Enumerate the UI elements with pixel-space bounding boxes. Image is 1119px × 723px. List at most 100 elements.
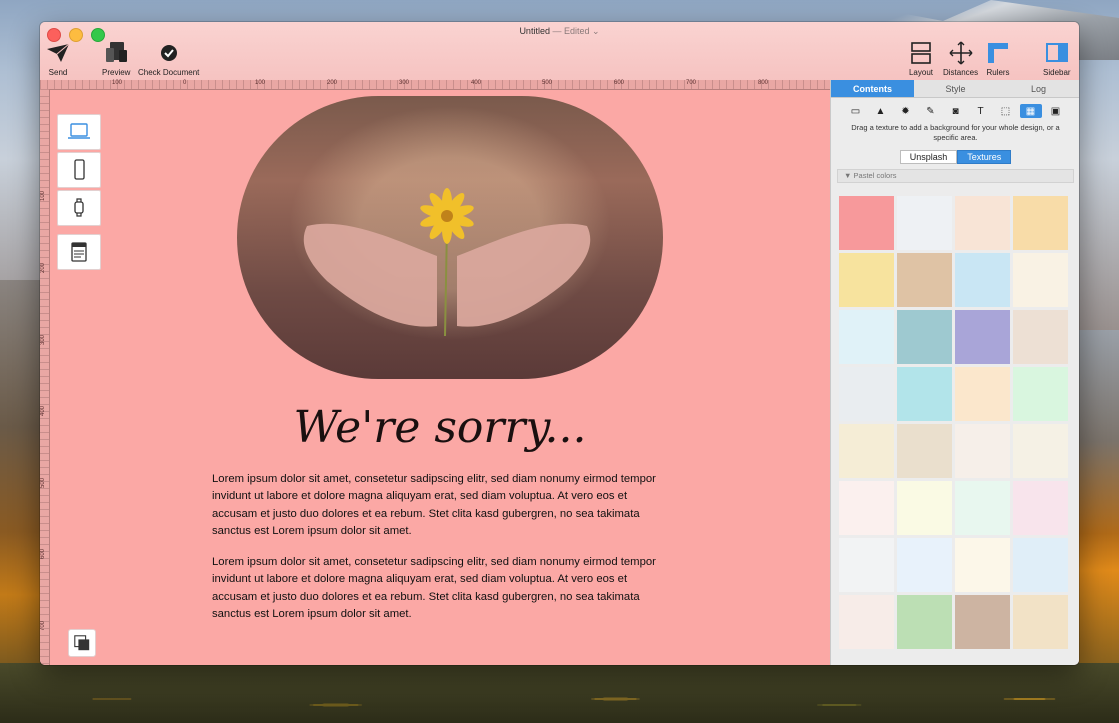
texture-swatch[interactable]	[897, 424, 952, 478]
texture-swatch[interactable]	[1013, 196, 1068, 250]
checkmark-circle-icon	[160, 45, 177, 61]
horizontal-ruler[interactable]: 100 0 100 200 300 400 500 600 700 800	[40, 80, 830, 90]
group-header[interactable]: ▼ Pastel colors	[837, 169, 1074, 183]
texture-swatch[interactable]	[897, 253, 952, 307]
ruler-label: 300	[399, 80, 410, 86]
sidebar-button[interactable]: Sidebar	[1043, 40, 1071, 77]
ruler-label: 200	[327, 80, 338, 86]
sidebar-tabs: Contents Style Log	[831, 80, 1079, 98]
design-canvas[interactable]: We're sorry... Lorem ipsum dolor sit ame…	[50, 90, 830, 665]
texture-swatch[interactable]	[955, 196, 1010, 250]
vertical-ruler[interactable]: 100 200 300 400 500 600 700	[40, 89, 50, 665]
texture-swatch[interactable]	[897, 196, 952, 250]
texture-icon[interactable]: ▦	[1019, 104, 1042, 118]
texture-swatch[interactable]	[897, 538, 952, 592]
texture-swatch[interactable]	[955, 538, 1010, 592]
segment-unsplash[interactable]: Unsplash	[899, 150, 958, 164]
tab-contents[interactable]: Contents	[831, 80, 914, 98]
layout-label: Layout	[908, 68, 934, 77]
brush-icon[interactable]: ✎	[920, 104, 942, 118]
layout-button[interactable]: Layout	[908, 40, 934, 77]
layout-icon	[911, 42, 931, 64]
email-view-button[interactable]	[57, 234, 101, 270]
texture-swatch[interactable]	[1013, 595, 1068, 649]
ruler-label: 800	[758, 80, 769, 86]
ruler-label: 400	[40, 405, 46, 416]
texture-swatch[interactable]	[839, 196, 894, 250]
ruler-label: 600	[614, 80, 625, 86]
paper-plane-icon	[47, 43, 70, 62]
sidebar-label: Sidebar	[1043, 68, 1071, 77]
preview-button[interactable]: Preview	[102, 40, 130, 77]
desktop-foliage	[0, 663, 1119, 723]
app-window: Untitled — Edited ⌄ Send Preview Check D…	[40, 22, 1079, 665]
desktop-wallpaper-left	[0, 280, 40, 700]
texture-swatch[interactable]	[955, 310, 1010, 364]
layers-icon	[74, 635, 90, 651]
phone-view-button[interactable]	[57, 152, 101, 188]
ruler-label: 700	[40, 620, 46, 631]
ruler-icon	[988, 43, 1008, 63]
texture-swatch[interactable]	[897, 595, 952, 649]
texture-swatch[interactable]	[897, 481, 952, 535]
check-document-button[interactable]: Check Document	[138, 40, 199, 77]
texture-swatch[interactable]	[955, 253, 1010, 307]
texture-swatch[interactable]	[955, 367, 1010, 421]
triangle-icon[interactable]: ▲	[870, 104, 892, 118]
desktop-wallpaper-right	[1079, 330, 1119, 700]
titlebar: Untitled — Edited ⌄ Send Preview Check D…	[40, 22, 1079, 81]
ruler-label: 100	[40, 190, 46, 201]
distances-button[interactable]: Distances	[943, 40, 978, 77]
body-paragraph-2[interactable]: Lorem ipsum dolor sit amet, consetetur s…	[212, 554, 672, 623]
box-icon[interactable]: ▭	[845, 104, 867, 118]
rulers-button[interactable]: Rulers	[985, 40, 1011, 77]
texture-grid	[839, 196, 1069, 649]
texture-swatch[interactable]	[839, 310, 894, 364]
devices-icon	[106, 42, 128, 62]
texture-swatch[interactable]	[839, 367, 894, 421]
ruler-label: 100	[112, 80, 123, 86]
texture-swatch[interactable]	[1013, 538, 1068, 592]
watch-icon	[74, 198, 84, 217]
send-label: Send	[48, 68, 68, 77]
layers-button[interactable]	[68, 629, 96, 657]
texture-swatch[interactable]	[839, 424, 894, 478]
send-button[interactable]: Send	[45, 40, 71, 77]
texture-hint: Drag a texture to add a background for y…	[851, 123, 1060, 142]
texture-swatch[interactable]	[1013, 367, 1068, 421]
window-title: Untitled — Edited ⌄	[40, 26, 1079, 37]
check-document-label: Check Document	[138, 68, 200, 77]
texture-swatch[interactable]	[897, 310, 952, 364]
ruler-label: 0	[183, 80, 187, 86]
badge-icon[interactable]: ✹	[895, 104, 917, 118]
texture-swatch[interactable]	[839, 481, 894, 535]
texture-swatch[interactable]	[1013, 310, 1068, 364]
chevron-down-icon: ⌄	[592, 26, 600, 36]
texture-swatch[interactable]	[955, 481, 1010, 535]
texture-swatch[interactable]	[955, 595, 1010, 649]
edited-status[interactable]: — Edited	[552, 26, 589, 36]
texture-swatch[interactable]	[955, 424, 1010, 478]
texture-swatch[interactable]	[1013, 481, 1068, 535]
laptop-view-button[interactable]	[57, 114, 101, 150]
hands-holding-flower-image	[303, 188, 591, 336]
body-paragraph-1[interactable]: Lorem ipsum dolor sit amet, consetetur s…	[212, 471, 672, 540]
hero-image[interactable]	[237, 96, 663, 379]
watch-view-button[interactable]	[57, 190, 101, 226]
tab-log[interactable]: Log	[997, 80, 1079, 98]
texture-swatch[interactable]	[839, 595, 894, 649]
texture-swatch[interactable]	[839, 253, 894, 307]
camera-icon[interactable]: ◙	[945, 104, 967, 118]
text-icon[interactable]: T	[970, 104, 992, 118]
heading[interactable]: We're sorry...	[50, 402, 830, 453]
selection-icon[interactable]: ⬚	[995, 104, 1017, 118]
image-icon[interactable]: ▣	[1045, 104, 1067, 118]
ruler-label: 300	[40, 334, 46, 345]
ruler-label: 400	[471, 80, 482, 86]
segment-textures[interactable]: Textures	[957, 150, 1012, 164]
texture-swatch[interactable]	[1013, 424, 1068, 478]
texture-swatch[interactable]	[839, 538, 894, 592]
tab-style[interactable]: Style	[914, 80, 997, 98]
texture-swatch[interactable]	[1013, 253, 1068, 307]
texture-swatch[interactable]	[897, 367, 952, 421]
